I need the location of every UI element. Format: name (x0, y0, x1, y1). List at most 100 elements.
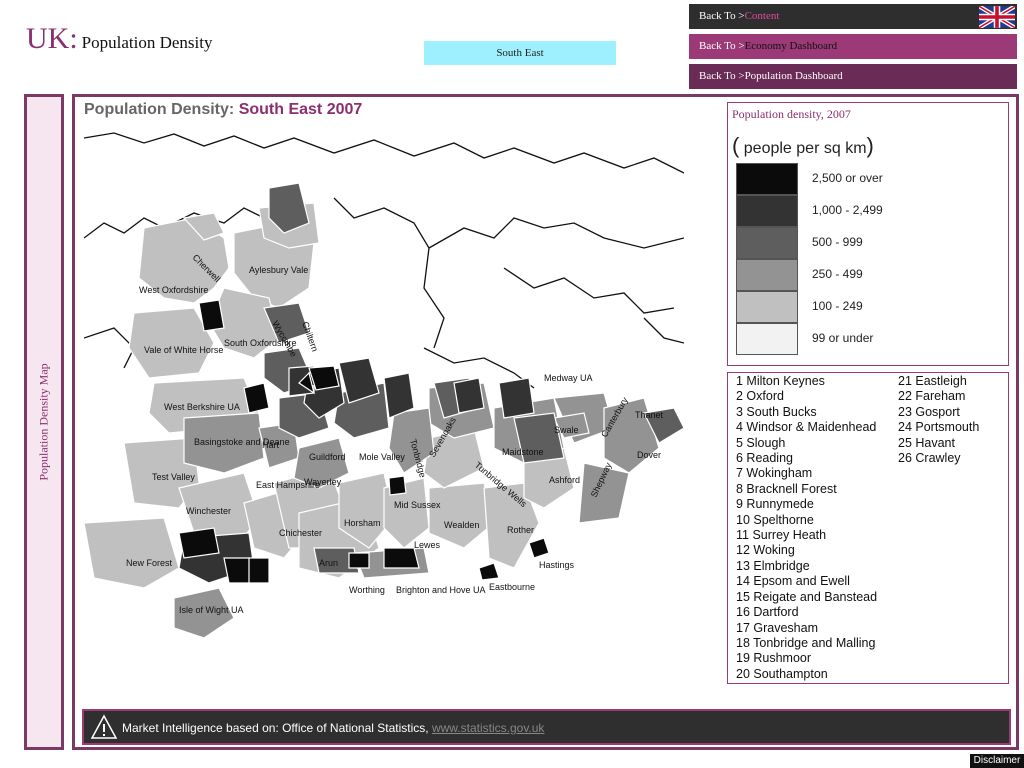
map-label: Mid Sussex (394, 500, 441, 510)
legend-label: 100 - 249 (812, 299, 863, 313)
key-item: 17 Gravesham (736, 620, 818, 635)
map-label: Test Valley (152, 472, 195, 482)
district-key-list: 1 Milton Keynes 2 Oxford 3 South Bucks 4 Wi… (727, 372, 1009, 684)
nav-prefix: Back To > (699, 10, 745, 22)
key-item: 10 Spelthorne (736, 512, 814, 527)
legend-swatch (736, 259, 798, 291)
map-label: Thanet (635, 410, 664, 420)
legend-unit: ( people per sq km) (732, 133, 874, 158)
key-item: 11 Surrey Heath (736, 528, 827, 543)
back-to-content-button[interactable]: Back To >Content (689, 4, 1017, 29)
map-label: Swale (554, 425, 579, 435)
warning-icon (90, 714, 118, 739)
nav-prefix: Back To > (699, 70, 745, 82)
key-item: 23 Gosport (898, 404, 960, 419)
legend-row: 1,000 - 2,499 (736, 195, 996, 227)
legend-row: 250 - 499 (736, 259, 996, 291)
key-item: 24 Portsmouth (898, 420, 980, 435)
back-to-economy-dashboard-button[interactable]: Back To >Economy Dashboard (689, 34, 1017, 59)
key-item: 14 Epsom and Ewell (736, 574, 850, 589)
map-label: Aylesbury Vale (249, 265, 308, 275)
map-label: Eastbourne (489, 582, 535, 592)
back-to-population-dashboard-button[interactable]: Back To >Population Dashboard (689, 64, 1017, 89)
nav-target: Economy Dashboard (744, 40, 838, 52)
key-item: 6 Reading (736, 451, 793, 466)
map-label: West Oxfordshire (139, 285, 208, 295)
key-column-2: 21 Eastleigh 22 Fareham 23 Gosport 24 Ports… (898, 374, 979, 466)
key-item: 15 Reigate and Banstead (736, 589, 878, 604)
map-label: Hart (262, 440, 280, 450)
map-label: East Hampshire (256, 480, 320, 490)
map-label: Dover (637, 450, 661, 460)
legend-label: 2,500 or over (812, 171, 883, 185)
key-item: 8 Bracknell Forest (736, 481, 837, 496)
key-item: 19 Rushmoor (736, 651, 812, 666)
legend-label: 250 - 499 (812, 267, 863, 281)
legend-swatch (736, 227, 798, 259)
legend-title: Population density, 2007 (732, 107, 851, 121)
key-item: 13 Elmbridge (736, 558, 810, 573)
key-item: 16 Dartford (736, 605, 799, 620)
key-item: 2 Oxford (736, 389, 784, 404)
sidebar: Population Density Map (24, 94, 64, 750)
map-label: Mole Valley (359, 452, 405, 462)
legend-swatch (736, 323, 798, 355)
map-title: Population Density: South East 2007 (84, 101, 362, 119)
legend-row: 500 - 999 (736, 227, 996, 259)
nav-target: Population Dashboard (744, 70, 843, 82)
map-label: Medway UA (544, 373, 593, 383)
map-label: Brighton and Hove UA (396, 585, 486, 595)
uk-flag-icon[interactable] (979, 6, 1015, 28)
legend-swatch (736, 163, 798, 195)
nav-prefix: Back To > (699, 40, 745, 52)
map-label: Isle of Wight UA (179, 605, 244, 615)
key-item: 26 Crawley (898, 451, 961, 466)
key-item: 25 Havant (898, 435, 955, 450)
map-label: Worthing (349, 585, 385, 595)
key-item: 22 Fareham (898, 389, 966, 404)
map-label: Ashford (549, 475, 580, 485)
footer-text: Market Intelligence based on: Office of … (122, 721, 544, 735)
map-label: Maidstone (502, 447, 544, 457)
map-label: Rother (507, 525, 534, 535)
map-label: Chiltern (300, 320, 320, 353)
map-label: Horsham (344, 518, 381, 528)
legend-label: 1,000 - 2,499 (812, 203, 883, 217)
key-item: 21 Eastleigh (898, 374, 967, 388)
map-label: New Forest (126, 558, 173, 568)
disclaimer-button[interactable]: Disclaimer (970, 754, 1024, 768)
legend-label: 500 - 999 (812, 235, 863, 249)
footer-source-text: Market Intelligence based on: Office of … (122, 721, 429, 735)
region-selector[interactable]: South East (424, 41, 616, 65)
map-legend: Population density, 2007 ( people per sq… (727, 102, 1009, 366)
map-label: Chichester (279, 528, 322, 538)
map-label: Hastings (539, 560, 575, 570)
key-item: 9 Runnymede (736, 497, 814, 512)
map-label: Lewes (414, 540, 441, 550)
map-label: West Berkshire UA (164, 402, 240, 412)
map-label: Vale of White Horse (144, 345, 223, 355)
nav-target: Content (744, 10, 780, 22)
map-label: Wealden (444, 520, 479, 530)
legend-label: 99 or under (812, 331, 874, 345)
key-item: 20 Southampton (736, 666, 828, 681)
key-item: 5 Slough (736, 435, 786, 450)
key-item: 1 Milton Keynes (736, 374, 825, 388)
map-label: Guildford (309, 452, 346, 462)
key-item: 4 Windsor & Maidenhead (736, 420, 877, 435)
legend-row: 99 or under (736, 323, 996, 355)
page-title: UK: Population Density (26, 22, 212, 56)
population-density-map: Cherwell Aylesbury Vale West Oxfordshire… (84, 132, 684, 639)
key-item: 18 Tonbridge and Malling (736, 635, 876, 650)
legend-swatch (736, 195, 798, 227)
key-item: 12 Woking (736, 543, 795, 558)
map-title-prefix: Population Density: (84, 101, 235, 118)
statistics-link[interactable]: www.statistics.gov.uk (432, 721, 544, 735)
key-column-1: 1 Milton Keynes 2 Oxford 3 South Bucks 4 Wi… (736, 374, 877, 682)
legend-unit-text: people per sq km (743, 140, 867, 157)
legend-row: 100 - 249 (736, 291, 996, 323)
title-subtitle: Population Density (81, 33, 213, 52)
title-main: UK: (26, 22, 78, 55)
map-title-accent: South East 2007 (238, 101, 363, 118)
legend-swatch (736, 291, 798, 323)
